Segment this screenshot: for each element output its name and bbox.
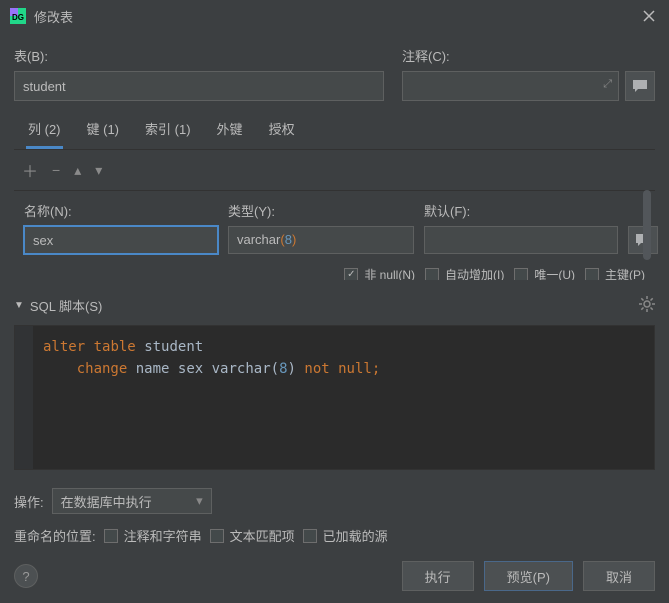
preview-button[interactable]: 预览(P) [484, 561, 573, 591]
editor-gutter [15, 326, 33, 469]
comment-action-button[interactable] [625, 71, 655, 101]
table-label: 表(B): [14, 46, 384, 65]
sql-section: ▼ SQL 脚本(S) alter table student change n… [14, 292, 655, 470]
comment-input[interactable]: ⤢ [402, 71, 619, 101]
tab-keys[interactable]: 键 (1) [85, 111, 122, 149]
app-icon: DG [10, 8, 26, 24]
options: 操作: 在数据库中执行 重命名的位置: 注释和字符串 文本匹配项 已加载的源 [14, 488, 655, 545]
chevron-down-icon[interactable]: ▼ [14, 300, 24, 311]
tab-columns[interactable]: 列 (2) [26, 111, 63, 149]
move-down-icon[interactable]: ▾ [95, 162, 102, 179]
action-select[interactable]: 在数据库中执行 [52, 488, 212, 514]
close-icon [643, 10, 655, 22]
footer: ? 执行 预览(P) 取消 [0, 549, 669, 603]
primary-checkbox[interactable] [585, 268, 599, 281]
column-flags-row: 非 null(N) 自动增加(I) 唯一(U) 主键(P) [20, 260, 649, 280]
col-type-input[interactable]: varchar(8) [228, 226, 414, 254]
autoinc-checkbox[interactable] [425, 268, 439, 281]
scrollbar[interactable] [643, 190, 651, 260]
svg-text:DG: DG [12, 13, 24, 22]
rename-text-checkbox[interactable] [210, 529, 224, 543]
notnull-checkbox[interactable] [344, 268, 358, 281]
tab-indexes[interactable]: 索引 (1) [143, 111, 193, 149]
col-type-label: 类型(Y): [228, 201, 414, 220]
unique-checkbox[interactable] [514, 268, 528, 281]
gear-icon[interactable] [639, 296, 655, 315]
comment-label: 注释(C): [402, 46, 655, 65]
sql-editor[interactable]: alter table student change name sex varc… [14, 325, 655, 470]
tabs: 列 (2) 键 (1) 索引 (1) 外键 授权 [14, 111, 655, 150]
tab-foreign-keys[interactable]: 外键 [215, 111, 245, 149]
action-label: 操作: [14, 492, 44, 511]
column-toolbar: ＋ − ▴ ▾ [14, 150, 655, 190]
titlebar: DG 修改表 [0, 0, 669, 32]
sql-script-label: SQL 脚本(S) [30, 296, 102, 315]
move-up-icon[interactable]: ▴ [74, 162, 81, 179]
sql-code: alter table student change name sex varc… [43, 336, 648, 380]
col-default-input[interactable] [424, 226, 618, 254]
rename-comments-checkbox[interactable] [104, 529, 118, 543]
close-button[interactable] [639, 6, 659, 26]
rename-loaded-checkbox[interactable] [303, 529, 317, 543]
speech-icon [632, 79, 648, 93]
tab-grants[interactable]: 授权 [267, 111, 297, 149]
expand-icon[interactable]: ⤢ [603, 78, 612, 91]
columns-panel: 名称(N): 类型(Y): varchar(8) 默认(F): 非 null(N… [14, 190, 655, 280]
rename-pos-label: 重命名的位置: [14, 526, 96, 545]
cancel-button[interactable]: 取消 [583, 561, 655, 591]
col-name-label: 名称(N): [24, 201, 218, 220]
execute-button[interactable]: 执行 [402, 561, 474, 591]
help-button[interactable]: ? [14, 564, 38, 588]
add-icon[interactable]: ＋ [22, 158, 38, 182]
col-name-input[interactable] [24, 226, 218, 254]
col-default-label: 默认(F): [424, 201, 618, 220]
table-name-input[interactable] [14, 71, 384, 101]
window-title: 修改表 [34, 7, 639, 26]
remove-icon[interactable]: − [52, 162, 60, 178]
